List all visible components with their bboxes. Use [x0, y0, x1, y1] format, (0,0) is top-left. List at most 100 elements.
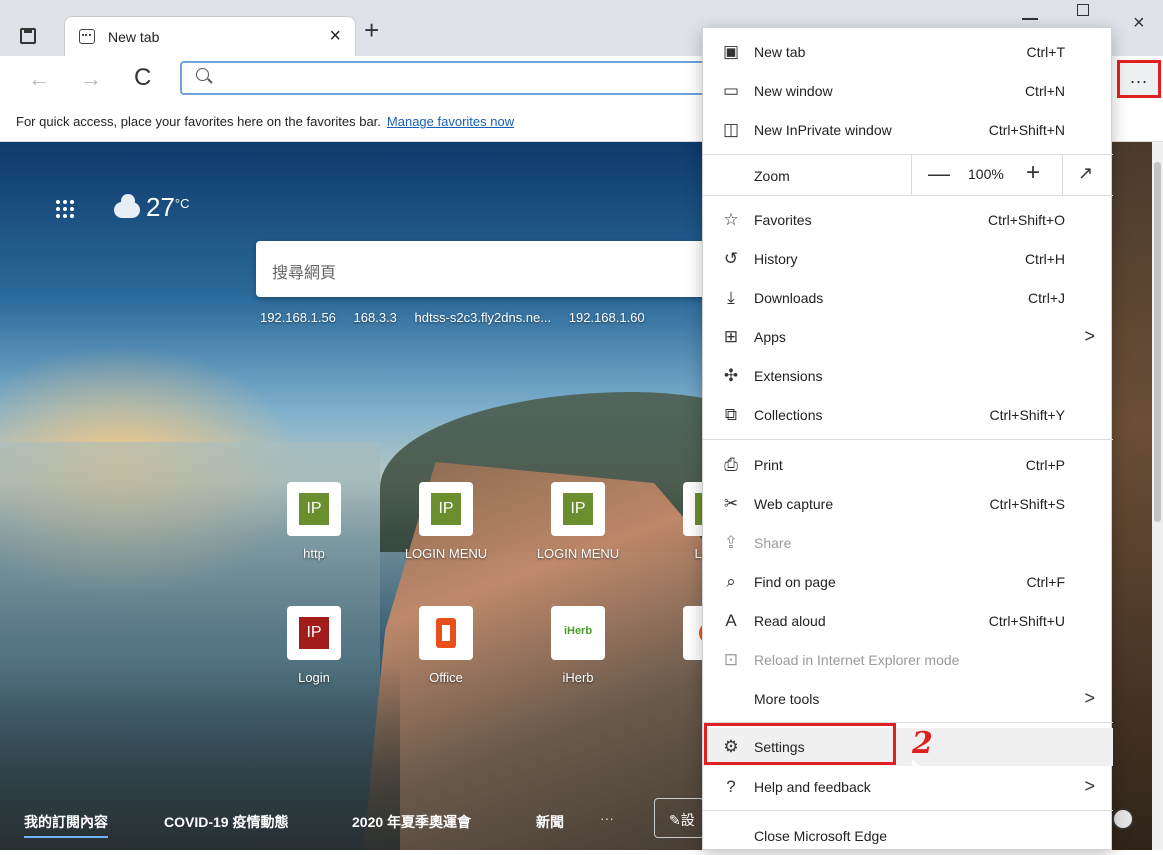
menu-shortcut: Ctrl+Shift+N: [988, 122, 1065, 138]
feedback-icon[interactable]: [1112, 808, 1134, 830]
history-icon: ↺: [723, 249, 739, 268]
refresh-icon[interactable]: C: [134, 64, 151, 92]
chevron-right-icon: >: [1084, 326, 1095, 346]
collections-icon: ⧉: [724, 405, 738, 424]
address-input[interactable]: [222, 67, 692, 89]
news-tab[interactable]: 我的訂閱內容: [24, 812, 108, 838]
minimize-icon[interactable]: [1022, 18, 1038, 20]
menu-item-history[interactable]: ↺ History Ctrl+H: [703, 240, 1113, 278]
new-tab-page-icon: [79, 29, 95, 44]
news-tab[interactable]: COVID-19 疫情動態: [164, 812, 288, 832]
recent-site[interactable]: 168.3.3: [354, 310, 397, 325]
web-capture-icon: ✂: [723, 494, 739, 513]
maximize-icon[interactable]: [1077, 4, 1089, 16]
favorites-hint-text: For quick access, place your favorites h…: [16, 114, 381, 129]
menu-item-more-tools[interactable]: More tools >: [703, 680, 1113, 718]
menu-item-print[interactable]: ⎙ Print Ctrl+P: [703, 446, 1113, 484]
zoom-in-icon[interactable]: +: [1026, 159, 1040, 187]
quick-link-tile[interactable]: Office: [396, 606, 496, 685]
menu-label: Downloads: [754, 290, 824, 306]
ie-mode-icon: ⊡: [723, 650, 739, 669]
manage-favorites-link[interactable]: Manage favorites now: [387, 114, 514, 129]
menu-item-close-edge[interactable]: Close Microsoft Edge: [703, 817, 1113, 855]
menu-item-favorites[interactable]: ☆ Favorites Ctrl+Shift+O: [703, 201, 1113, 239]
address-bar[interactable]: [180, 61, 710, 95]
new-tab-icon: ▣: [722, 42, 740, 61]
menu-item-share[interactable]: ⇪ Share: [703, 524, 1113, 562]
step-2-annotation: 2: [912, 726, 933, 761]
quick-link-tile[interactable]: IP http: [264, 482, 364, 561]
news-personalize-button[interactable]: ✎設: [654, 798, 704, 838]
menu-item-extensions[interactable]: ✣ Extensions: [703, 357, 1113, 395]
menu-shortcut: Ctrl+Shift+Y: [989, 407, 1065, 423]
news-more-icon[interactable]: ···: [600, 810, 614, 826]
tile-icon-box: IP: [419, 482, 473, 536]
menu-label: Extensions: [754, 368, 823, 384]
menu-shortcut: Ctrl+P: [1025, 457, 1065, 473]
tile-label: http: [303, 546, 325, 561]
print-icon: ⎙: [724, 455, 738, 474]
scrollbar-thumb[interactable]: [1154, 162, 1161, 522]
favorites-icon: ☆: [723, 210, 739, 229]
menu-shortcut: Ctrl+Shift+U: [988, 613, 1065, 629]
menu-item-read-aloud[interactable]: A Read aloud Ctrl+Shift+U: [703, 602, 1113, 640]
recent-site[interactable]: 192.168.1.56: [260, 310, 336, 325]
tile-icon-box: iHerb: [551, 606, 605, 660]
settings-highlight-box: [704, 723, 896, 765]
window-close-icon[interactable]: ×: [1133, 12, 1145, 35]
menu-item-web-capture[interactable]: ✂ Web capture Ctrl+Shift+S: [703, 485, 1113, 523]
quick-link-tile[interactable]: IP LOGIN MENU: [396, 482, 496, 561]
menu-item-new-window[interactable]: ▭ New window Ctrl+N: [703, 72, 1113, 110]
page-scrollbar[interactable]: [1152, 142, 1163, 850]
menu-label: Help and feedback: [754, 779, 871, 795]
news-tab[interactable]: 新聞: [536, 812, 564, 832]
tab-new-tab[interactable]: New tab ×: [64, 16, 356, 56]
fullscreen-icon[interactable]: ↗: [1078, 163, 1093, 184]
zoom-label: Zoom: [754, 168, 790, 184]
new-tab-button[interactable]: +: [364, 17, 379, 43]
tab-actions-icon[interactable]: [20, 28, 36, 44]
iherb-icon: iHerb: [563, 625, 593, 637]
news-tab[interactable]: 2020 年夏季奧運會: [352, 812, 471, 832]
weather-unit: °C: [174, 196, 190, 211]
back-icon[interactable]: ←: [28, 66, 50, 92]
office-icon: [436, 618, 456, 648]
menu-item-collections[interactable]: ⧉ Collections Ctrl+Shift+Y: [703, 396, 1113, 434]
quick-link-tile[interactable]: IP LOGIN MENU: [528, 482, 628, 561]
favorites-hint: For quick access, place your favorites h…: [16, 114, 514, 129]
weather-widget[interactable]: 27°C: [114, 192, 190, 223]
menu-label: New tab: [754, 44, 806, 60]
quick-link-tile[interactable]: iHerb iHerb: [528, 606, 628, 685]
recent-site[interactable]: hdtss-s2c3.fly2dns.ne...: [415, 310, 552, 325]
menu-item-reload-ie-mode[interactable]: ⊡ Reload in Internet Explorer mode: [703, 641, 1113, 679]
chevron-right-icon: >: [1084, 776, 1095, 796]
menu-shortcut: Ctrl+F: [1026, 574, 1066, 590]
menu-label: Share: [754, 535, 792, 551]
menu-shortcut: Ctrl+Shift+S: [989, 496, 1065, 512]
menu-item-help-feedback[interactable]: ? Help and feedback >: [703, 768, 1113, 806]
menu-item-find-on-page[interactable]: ⌕ Find on page Ctrl+F: [703, 563, 1113, 601]
new-window-icon: ▭: [722, 81, 740, 100]
settings-and-more-button[interactable]: ...: [1117, 60, 1161, 98]
menu-separator: [703, 439, 1113, 440]
forward-icon[interactable]: →: [80, 66, 102, 92]
ntp-search-box[interactable]: 搜尋網頁: [256, 241, 736, 297]
menu-label: Favorites: [754, 212, 812, 228]
menu-item-apps[interactable]: ⊞ Apps >: [703, 318, 1113, 356]
menu-label: Read aloud: [754, 613, 826, 629]
ip-icon: IP: [299, 493, 329, 525]
recent-site[interactable]: 192.168.1.60: [569, 310, 645, 325]
tab-close-icon[interactable]: ×: [329, 25, 341, 48]
search-icon: [196, 68, 209, 81]
quick-link-tile[interactable]: IP Login: [264, 606, 364, 685]
app-launcher-icon[interactable]: [56, 200, 76, 220]
cloud-icon: [114, 194, 140, 218]
zoom-divider: [1062, 155, 1063, 195]
tab-title: New tab: [108, 29, 160, 45]
menu-item-new-inprivate[interactable]: ◫ New InPrivate window Ctrl+Shift+N: [703, 111, 1113, 149]
menu-item-downloads[interactable]: ⤓ Downloads Ctrl+J: [703, 279, 1113, 317]
menu-separator: [703, 195, 1113, 196]
download-icon: ⤓: [727, 288, 735, 307]
menu-item-new-tab[interactable]: ▣ New tab Ctrl+T: [703, 33, 1113, 71]
zoom-out-icon[interactable]: —: [928, 161, 950, 187]
